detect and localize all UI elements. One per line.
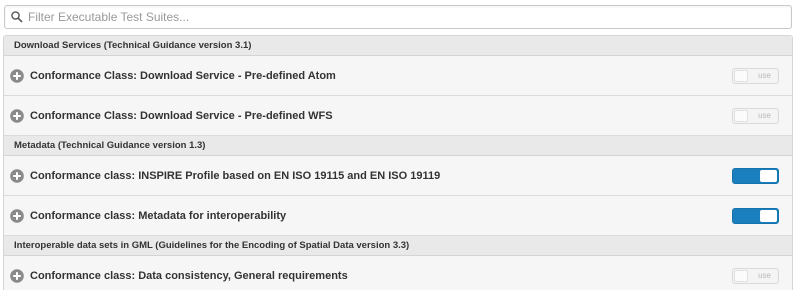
group-header: Interoperable data sets in GML (Guidelin… [4, 236, 792, 256]
list-item[interactable]: Conformance class: INSPIRE Profile based… [4, 156, 792, 196]
toggle-label: use [758, 110, 771, 120]
expand-plus-icon[interactable] [10, 108, 24, 123]
toggle-knob [760, 169, 777, 182]
use-toggle[interactable]: use [732, 67, 779, 84]
toggle-knob [760, 209, 777, 222]
list-item[interactable]: Conformance Class: Download Service - Pr… [4, 56, 792, 96]
filter-bar [4, 5, 792, 29]
test-suite-selector: Download Services (Technical Guidance ve… [0, 0, 796, 290]
use-toggle[interactable]: use [732, 107, 779, 124]
toggle-knob [734, 269, 748, 282]
list-item[interactable]: Conformance Class: Download Service - Pr… [4, 96, 792, 136]
toggle-knob [734, 69, 748, 82]
filter-input[interactable] [24, 7, 791, 27]
search-icon [11, 11, 23, 23]
use-toggle[interactable] [732, 167, 779, 184]
expand-plus-icon[interactable] [10, 268, 24, 283]
item-title: Conformance class: Data consistency, Gen… [30, 269, 348, 282]
use-toggle[interactable] [732, 207, 779, 224]
toggle-label: use [758, 70, 771, 80]
expand-plus-icon[interactable] [10, 168, 24, 183]
use-toggle[interactable]: use [732, 267, 779, 284]
expand-plus-icon[interactable] [10, 208, 24, 223]
item-title: Conformance class: Metadata for interope… [30, 209, 287, 222]
toggle-label: use [758, 270, 771, 280]
toggle-knob [734, 109, 748, 122]
item-title: Conformance class: INSPIRE Profile based… [30, 169, 441, 182]
item-title: Conformance Class: Download Service - Pr… [30, 109, 333, 122]
list-item[interactable]: Conformance class: Data consistency, Gen… [4, 256, 792, 290]
list-item[interactable]: Conformance class: Metadata for interope… [4, 196, 792, 236]
expand-plus-icon[interactable] [10, 68, 24, 83]
item-title: Conformance Class: Download Service - Pr… [30, 69, 336, 82]
group-header: Download Services (Technical Guidance ve… [4, 36, 792, 56]
group-header: Metadata (Technical Guidance version 1.3… [4, 136, 792, 156]
test-suite-list: Download Services (Technical Guidance ve… [3, 35, 793, 290]
